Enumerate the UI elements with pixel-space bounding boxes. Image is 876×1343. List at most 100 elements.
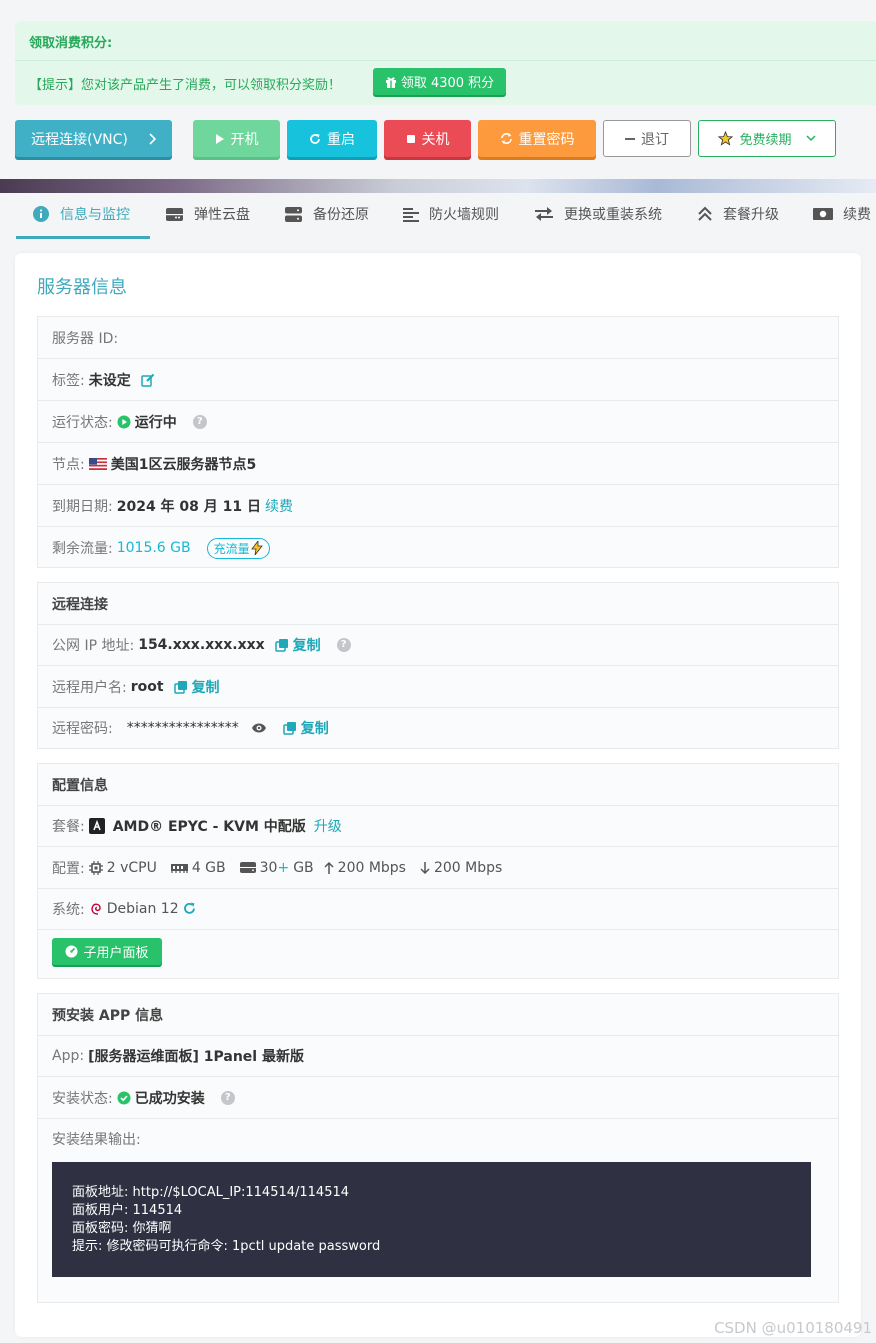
remote-section: 远程连接 公网 IP 地址: 154.xxx.xxx.xxx 复制 ? 远程用户… — [37, 582, 839, 749]
copy-icon — [274, 638, 289, 652]
reboot-button[interactable]: 重启 — [287, 120, 377, 157]
app-row: App: [服务器运维面板] 1Panel 最新版 — [38, 1035, 838, 1077]
reboot-label: 重启 — [327, 131, 355, 148]
remote-header: 远程连接 — [38, 583, 838, 625]
lightning-icon — [250, 541, 263, 555]
power-off-button[interactable]: 关机 — [384, 120, 471, 157]
tab-info[interactable]: 信息与监控 — [32, 204, 130, 224]
exchange-icon — [534, 206, 554, 222]
tab-renew[interactable]: 续费 — [813, 204, 871, 224]
disk-icon — [165, 207, 184, 222]
tab-backup-label: 备份还原 — [313, 207, 369, 223]
cpu-value: 2 vCPU — [106, 859, 157, 876]
remote-title: 远程连接 — [52, 596, 108, 613]
output-line: 提示: 修改密码可执行命令: 1pctl update password — [72, 1239, 381, 1254]
help-icon[interactable]: ? — [192, 414, 207, 429]
copy-icon — [173, 680, 188, 694]
claim-points-button[interactable]: 领取 4300 积分 — [373, 68, 506, 95]
star-icon — [718, 131, 734, 146]
disk-plus: + — [277, 859, 290, 876]
dashboard-icon — [65, 945, 78, 958]
sync-icon — [500, 132, 513, 145]
download-bandwidth: 200 Mbps — [433, 859, 503, 876]
tab-reinstall[interactable]: 更换或重装系统 — [534, 204, 662, 224]
active-tab-indicator — [16, 236, 150, 239]
tab-backup[interactable]: 备份还原 — [284, 204, 369, 224]
tab-bar: 信息与监控 弹性云盘 备份还原 防火墙规则 更换或重装系统 套餐升级 续费 — [0, 193, 876, 240]
user-row: 远程用户名: root 复制 — [38, 666, 838, 708]
status-row: 运行状态: 运行中 ? — [38, 401, 838, 443]
refresh-icon[interactable] — [183, 902, 196, 915]
help-icon[interactable]: ? — [336, 637, 351, 652]
free-renew-button[interactable]: 免费续期 — [698, 120, 836, 157]
disk-unit: GB — [293, 859, 314, 876]
expire-value: 2024 年 08 月 11 日 — [116, 498, 262, 515]
ip-row: 公网 IP 地址: 154.xxx.xxx.xxx 复制 ? — [38, 624, 838, 666]
spec-label: 配置: — [52, 860, 85, 877]
tab-firewall-label: 防火墙规则 — [429, 207, 499, 223]
install-output-label: 安装结果输出: — [52, 1132, 141, 1148]
chevron-up-double-icon — [697, 206, 713, 222]
tab-disk[interactable]: 弹性云盘 — [165, 204, 250, 224]
user-value: root — [130, 678, 164, 695]
help-icon[interactable]: ? — [220, 1090, 235, 1105]
password-row: 远程密码: **************** 复制 — [38, 707, 838, 749]
stop-icon — [406, 134, 416, 144]
edit-icon[interactable] — [140, 373, 155, 387]
status-value: 运行中 — [134, 414, 177, 431]
tab-disk-label: 弹性云盘 — [194, 207, 250, 223]
expire-row: 到期日期: 2024 年 08 月 11 日 续费 — [38, 485, 838, 527]
recharge-traffic-label: 充流量 — [213, 541, 250, 556]
power-off-label: 关机 — [421, 131, 450, 148]
power-on-button[interactable]: 开机 — [193, 120, 280, 157]
os-value: Debian 12 — [106, 900, 179, 917]
upgrade-link[interactable]: 升级 — [314, 816, 342, 836]
refund-button[interactable]: 退订 — [603, 120, 691, 157]
node-row: 节点: 美国1区云服务器节点5 — [38, 443, 838, 485]
plan-row: 套餐: AMD® EPYC - KVM 中配版 升级 — [38, 805, 838, 847]
refund-label: 退订 — [641, 131, 669, 148]
arrow-down-icon — [420, 861, 430, 874]
disk-icon — [239, 861, 256, 874]
vnc-button[interactable]: 远程连接(VNC) — [15, 120, 172, 157]
node-value: 美国1区云服务器节点5 — [110, 456, 257, 473]
copy-icon — [282, 721, 297, 735]
tag-row: 标签: 未设定 — [38, 359, 838, 401]
password-value: **************** — [126, 720, 239, 736]
refresh-icon — [309, 133, 321, 145]
minus-icon — [625, 134, 635, 144]
renew-link[interactable]: 续费 — [265, 496, 293, 516]
us-flag-icon — [88, 457, 107, 470]
output-line: 面板地址: http://$LOCAL_IP:114514/114514 — [72, 1185, 350, 1200]
copy-user-link[interactable]: 复制 — [192, 677, 220, 697]
debian-logo-icon — [89, 901, 103, 917]
memory-icon — [170, 862, 188, 874]
power-on-label: 开机 — [230, 131, 259, 148]
reset-password-label: 重置密码 — [518, 131, 575, 148]
banner-background — [0, 179, 876, 193]
gift-icon — [385, 76, 397, 88]
traffic-value: 1015.6 GB — [116, 540, 191, 556]
copy-password-link[interactable]: 复制 — [301, 718, 329, 738]
config-title: 配置信息 — [52, 777, 108, 794]
sub-user-panel-button[interactable]: 子用户面板 — [52, 938, 162, 965]
arrow-up-icon — [324, 861, 334, 874]
server-info-card: 服务器信息 服务器 ID: 标签: 未设定 运行状态: 运行中 ? 节点: 美国… — [15, 253, 861, 1337]
tab-firewall[interactable]: 防火墙规则 — [403, 204, 499, 224]
sub-panel-row: 子用户面板 — [38, 930, 838, 979]
output-line: 面板用户: 114514 — [72, 1203, 183, 1218]
spec-row: 配置: 2 vCPU 4 GB 30 + GB 200 Mbps 200 Mbps — [38, 847, 838, 889]
memory-value: 4 GB — [191, 859, 226, 876]
money-icon — [813, 207, 833, 221]
reset-password-button[interactable]: 重置密码 — [478, 120, 596, 157]
eye-icon[interactable] — [251, 722, 267, 734]
info-icon — [32, 205, 50, 223]
config-header: 配置信息 — [38, 764, 838, 806]
notice-divider — [15, 60, 876, 61]
copy-ip-link[interactable]: 复制 — [293, 635, 321, 655]
amd-logo-icon — [88, 817, 105, 834]
recharge-traffic-button[interactable]: 充流量 — [206, 537, 270, 559]
app-value: [服务器运维面板] 1Panel 最新版 — [88, 1048, 304, 1065]
tab-upgrade[interactable]: 套餐升级 — [697, 204, 779, 224]
os-label: 系统: — [52, 901, 85, 918]
